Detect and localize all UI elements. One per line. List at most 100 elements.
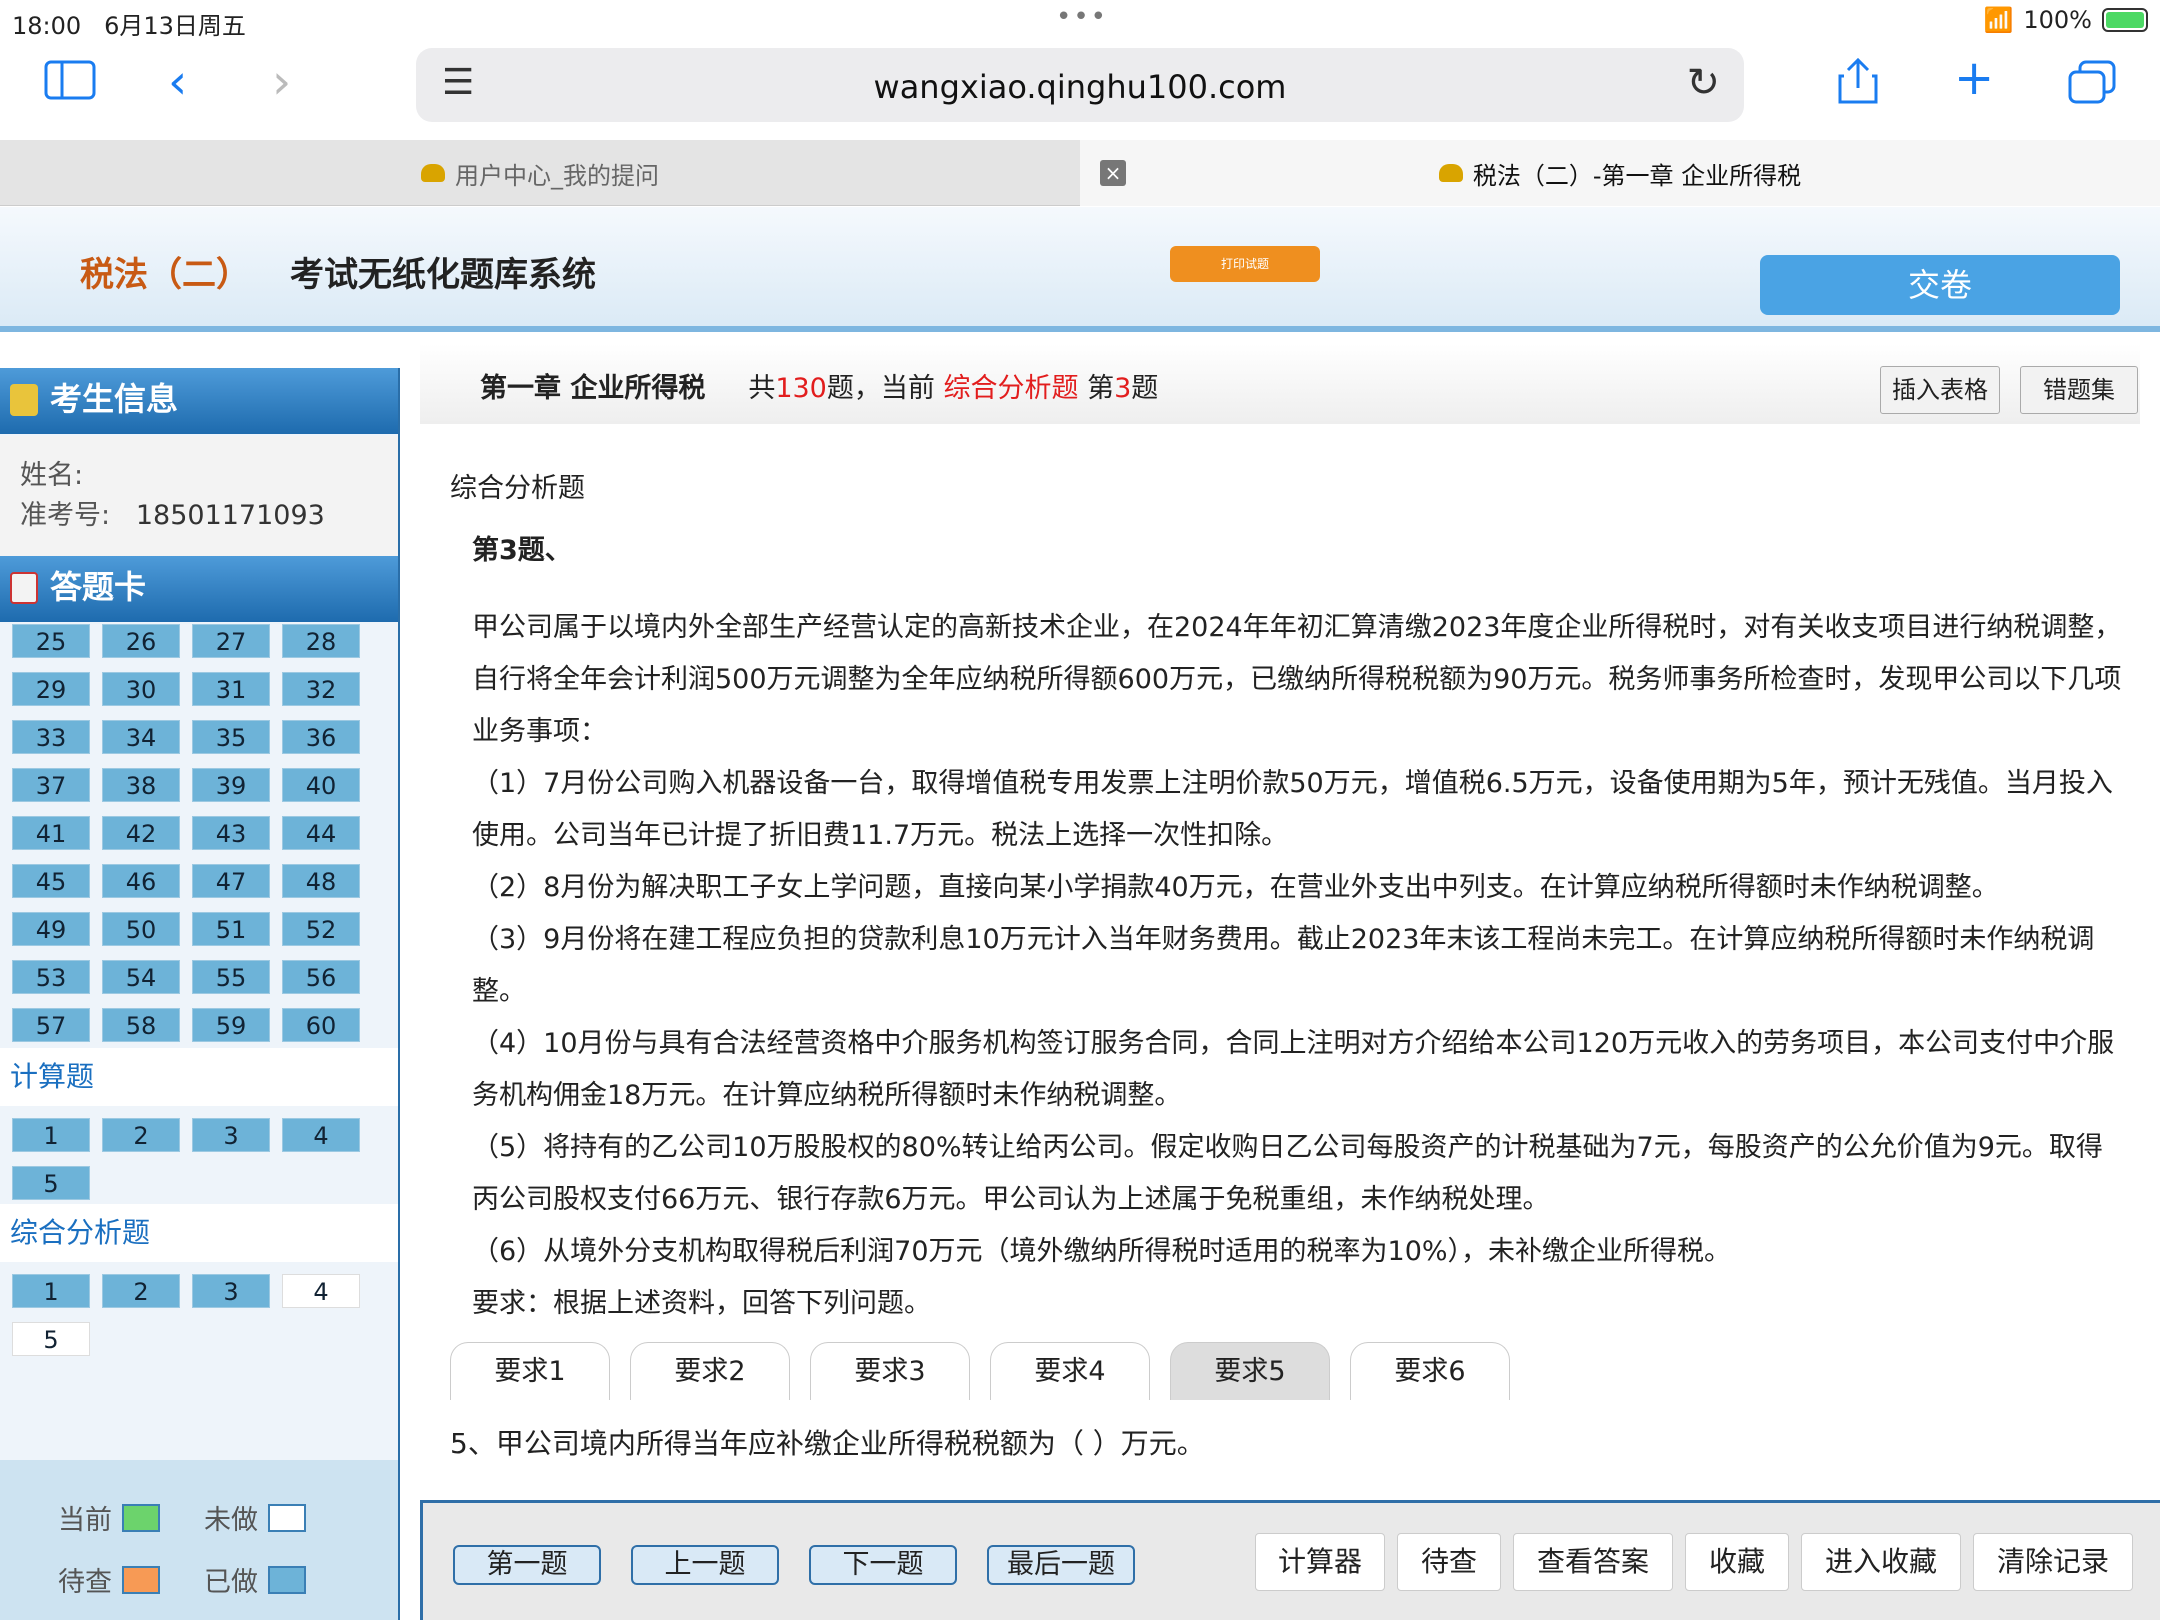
battery-percent: 100% (2023, 6, 2092, 34)
address-bar[interactable]: ☰ wangxiao.qinghu100.com ↻ (416, 48, 1744, 122)
calc-section-label: 计算题 (0, 1048, 398, 1106)
answer-card-cell[interactable]: 53 (12, 960, 90, 994)
answer-card-cell[interactable]: 2 (102, 1274, 180, 1308)
answer-card-cell[interactable]: 5 (12, 1322, 90, 1356)
answer-card-cell[interactable]: 36 (282, 720, 360, 754)
answer-card-cell[interactable]: 27 (192, 624, 270, 658)
battery-icon (2102, 8, 2148, 32)
legend-current-label: 当前 (58, 1505, 112, 1536)
share-icon[interactable] (1836, 56, 1880, 112)
system-title: 考试无纸化题库系统 (290, 255, 596, 295)
submit-button[interactable]: 交卷 (1760, 255, 2120, 315)
tab-overview-icon[interactable] (2068, 60, 2116, 112)
answer-card-cell[interactable]: 51 (192, 912, 270, 946)
answer-card-cell[interactable]: 5 (12, 1166, 90, 1200)
answer-card-cell[interactable]: 60 (282, 1008, 360, 1042)
answer-card-cell[interactable]: 54 (102, 960, 180, 994)
candidate-info: 姓名: 准考号: 18501171093 (0, 436, 398, 556)
status-bar: 18:00 6月13日周五 ••• 📶 100% (0, 0, 2160, 40)
pending-button[interactable]: 待查 (1397, 1533, 1501, 1591)
requirement-tab-6[interactable]: 要求6 (1350, 1342, 1510, 1400)
clear-records-button[interactable]: 清除记录 (1973, 1533, 2133, 1591)
answer-card-cell[interactable]: 58 (102, 1008, 180, 1042)
answer-card-cell[interactable]: 1 (12, 1274, 90, 1308)
answer-card-cell[interactable]: 28 (282, 624, 360, 658)
status-right: 📶 100% (1983, 6, 2148, 34)
answer-card-cell[interactable]: 37 (12, 768, 90, 802)
favorite-button[interactable]: 收藏 (1685, 1533, 1789, 1591)
reload-icon[interactable]: ↻ (1686, 60, 1720, 106)
new-tab-icon[interactable]: + (1954, 54, 1994, 102)
answer-card-cell[interactable]: 25 (12, 624, 90, 658)
answer-card-cell[interactable]: 56 (282, 960, 360, 994)
answer-card-cell[interactable]: 48 (282, 864, 360, 898)
choice-grid: 25 26 27 28 29 30 31 32 33 34 35 36 37 38 39 40 41 42 43 44… (12, 624, 372, 1056)
answer-card-cell[interactable]: 45 (12, 864, 90, 898)
multitask-dots-icon[interactable]: ••• (1056, 2, 1108, 32)
question-number: 第3题、 (472, 535, 572, 566)
legend-done: 已做 (204, 1560, 306, 1599)
requirement-tab-5[interactable]: 要求5 (1170, 1342, 1330, 1400)
last-question-button[interactable]: 最后一题 (987, 1545, 1135, 1585)
answer-card-cell[interactable]: 29 (12, 672, 90, 706)
current-type: 综合分析题 (943, 373, 1079, 404)
url-text[interactable]: wangxiao.qinghu100.com (416, 68, 1744, 106)
site-favicon-icon (1438, 164, 1463, 182)
answer-card-cell[interactable]: 30 (102, 672, 180, 706)
id-label: 准考号: (20, 500, 111, 531)
first-question-button[interactable]: 第一题 (453, 1545, 601, 1585)
legend-pending-swatch (122, 1565, 160, 1594)
answer-card-cell[interactable]: 52 (282, 912, 360, 946)
sidebar-toggle-icon[interactable] (44, 60, 96, 108)
answer-card-cell[interactable]: 43 (192, 816, 270, 850)
answer-card-cell[interactable]: 4 (282, 1118, 360, 1152)
legend-pending: 待查 (58, 1560, 160, 1599)
answer-card-cell[interactable]: 59 (192, 1008, 270, 1042)
answer-card-cell[interactable]: 35 (192, 720, 270, 754)
forward-icon[interactable]: › (272, 58, 291, 106)
prev-question-button[interactable]: 上一题 (631, 1545, 779, 1585)
answer-card-cell[interactable]: 26 (102, 624, 180, 658)
answer-card-cell[interactable]: 39 (192, 768, 270, 802)
tab-user-center[interactable]: 用户中心_我的提问 (0, 140, 1080, 206)
view-answer-button[interactable]: 查看答案 (1513, 1533, 1673, 1591)
status-date: 6月13日周五 (104, 12, 246, 40)
answer-card-cell[interactable]: 40 (282, 768, 360, 802)
answer-card-cell[interactable]: 38 (102, 768, 180, 802)
answer-card-cell[interactable]: 50 (102, 912, 180, 946)
print-button[interactable]: 打印试题 (1170, 246, 1320, 282)
answer-card-cell[interactable]: 46 (102, 864, 180, 898)
requirement-tab-3[interactable]: 要求3 (810, 1342, 970, 1400)
answer-card-cell[interactable]: 49 (12, 912, 90, 946)
requirement-tab-4[interactable]: 要求4 (990, 1342, 1150, 1400)
answer-card-cell[interactable]: 3 (192, 1274, 270, 1308)
next-question-button[interactable]: 下一题 (809, 1545, 957, 1585)
answer-card-cell[interactable]: 31 (192, 672, 270, 706)
answer-card-cell[interactable]: 42 (102, 816, 180, 850)
answer-card-cell[interactable]: 41 (12, 816, 90, 850)
user-icon (10, 384, 38, 416)
answer-card-cell[interactable]: 57 (12, 1008, 90, 1042)
insert-table-button[interactable]: 插入表格 (1880, 366, 2000, 414)
answer-card-cell[interactable]: 47 (192, 864, 270, 898)
answer-card-cell[interactable]: 33 (12, 720, 90, 754)
tab-current[interactable]: × 税法（二）-第一章 企业所得税 (1080, 140, 2160, 206)
answer-card-cell[interactable]: 3 (192, 1118, 270, 1152)
requirement-tab-2[interactable]: 要求2 (630, 1342, 790, 1400)
answer-card-cell[interactable]: 1 (12, 1118, 90, 1152)
back-icon[interactable]: ‹ (168, 58, 187, 106)
question-header: 第一章 企业所得税 共130题，当前 综合分析题 第3题 插入表格 错题集 (420, 344, 2140, 424)
browser-toolbar: ‹ › ☰ wangxiao.qinghu100.com ↻ + (0, 40, 2160, 140)
close-tab-icon[interactable]: × (1100, 160, 1126, 186)
answer-card-cell[interactable]: 2 (102, 1118, 180, 1152)
requirement-tab-1[interactable]: 要求1 (450, 1342, 610, 1400)
answer-card-cell[interactable]: 4 (282, 1274, 360, 1308)
wrong-set-button[interactable]: 错题集 (2020, 366, 2138, 414)
legend-done-swatch (268, 1565, 306, 1594)
answer-card-cell[interactable]: 55 (192, 960, 270, 994)
answer-card-cell[interactable]: 32 (282, 672, 360, 706)
enter-favorites-button[interactable]: 进入收藏 (1801, 1533, 1961, 1591)
answer-card-cell[interactable]: 34 (102, 720, 180, 754)
calculator-button[interactable]: 计算器 (1255, 1533, 1385, 1591)
answer-card-cell[interactable]: 44 (282, 816, 360, 850)
